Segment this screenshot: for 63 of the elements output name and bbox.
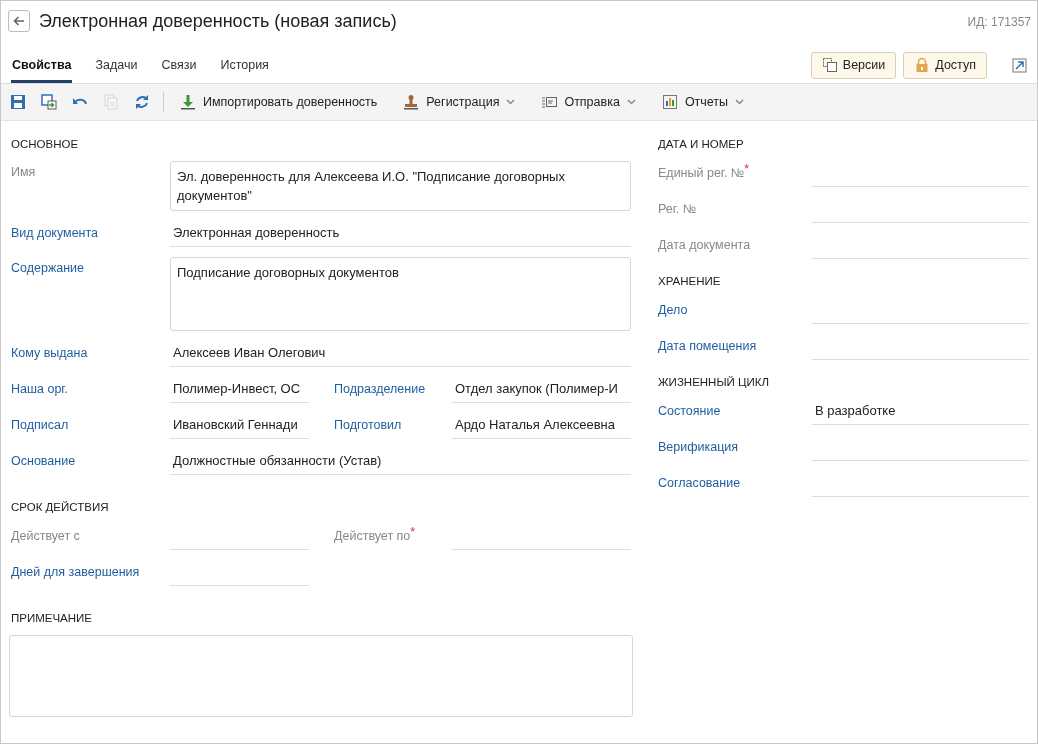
section-heading: ХРАНЕНИЕ xyxy=(658,275,722,287)
record-id: ИД: 171357 xyxy=(967,15,1031,29)
page-title: Электронная доверенность (новая запись) xyxy=(39,10,398,32)
lock-icon xyxy=(914,57,931,73)
back-button[interactable] xyxy=(8,10,30,32)
required-mark: * xyxy=(410,525,416,539)
field-label[interactable]: Наша орг. xyxy=(9,382,170,403)
field-label[interactable]: Вид документа xyxy=(9,226,170,247)
note-field[interactable] xyxy=(9,635,633,717)
input-field[interactable]: Полимер-Инвест, ОС xyxy=(170,377,309,403)
input-field[interactable]: Алексеев Иван Олегович xyxy=(170,341,631,367)
input-field[interactable]: Ардо Наталья Алексеевна xyxy=(452,413,631,439)
dropdown-button[interactable]: Отчеты xyxy=(661,94,745,110)
save-icon xyxy=(10,94,26,110)
field-label[interactable]: Дело xyxy=(656,303,812,324)
download-icon xyxy=(180,94,196,110)
field-label: Действует с xyxy=(10,529,81,545)
field-label[interactable]: Подготовил xyxy=(332,418,452,439)
input-field[interactable]: Должностные обязанности (Устав) xyxy=(170,449,631,475)
save-as-icon xyxy=(41,94,57,110)
copy-icon xyxy=(103,94,119,110)
field-label[interactable]: Верификация xyxy=(656,440,812,461)
field-label: Имя xyxy=(10,164,37,181)
field-label[interactable]: Кому выдана xyxy=(9,346,170,367)
required-mark: * xyxy=(744,162,750,176)
stamp-icon xyxy=(403,94,420,110)
save-button[interactable] xyxy=(10,94,26,110)
field-label: Рег. № xyxy=(657,202,698,218)
bar-chart-icon xyxy=(661,94,678,110)
section-heading: ОСНОВНОЕ xyxy=(11,138,80,150)
input-field[interactable]: Отдел закупок (Полимер-И xyxy=(452,377,631,403)
tab[interactable]: Связи xyxy=(160,58,198,83)
input-field[interactable]: Ивановский Геннади xyxy=(170,413,309,439)
access-button[interactable]: Доступ xyxy=(903,51,987,79)
input-field[interactable]: В разработке xyxy=(812,399,1029,425)
field-label[interactable]: Состояние xyxy=(656,404,812,425)
text-area[interactable]: Эл. доверенность для Алексеева И.О. "Подписание договорных документов" xyxy=(170,161,631,211)
versions-icon xyxy=(821,57,838,73)
back-arrow-icon xyxy=(13,16,25,26)
field-label[interactable]: Основание xyxy=(9,454,170,475)
section-heading: СРОК ДЕЙСТВИЯ xyxy=(11,501,110,513)
field-label[interactable]: Согласование xyxy=(656,476,812,497)
field-label[interactable]: Дата помещения xyxy=(656,339,812,360)
section-heading: ПРИМЕЧАНИЕ xyxy=(11,612,94,624)
input-field[interactable]: Электронная доверенность xyxy=(170,221,631,247)
dropdown-button[interactable]: Регистрация xyxy=(403,94,516,110)
section-heading: ЖИЗНЕННЫЙ ЦИКЛ xyxy=(658,376,771,388)
field-label[interactable]: Дней для завершения xyxy=(9,565,170,586)
versions-button[interactable]: Версии xyxy=(810,51,897,79)
field-label[interactable]: Подписал xyxy=(9,418,170,439)
save-as-button[interactable] xyxy=(41,94,57,110)
tab[interactable]: История xyxy=(219,58,270,83)
dropdown-button[interactable]: Отправка xyxy=(541,94,636,110)
open-in-new-window-icon[interactable] xyxy=(1012,57,1027,73)
tab[interactable]: Задачи xyxy=(94,58,139,83)
section-heading: ДАТА И НОМЕР xyxy=(658,138,745,150)
field-label[interactable]: Подразделение xyxy=(332,382,452,403)
refresh-icon xyxy=(134,94,150,110)
field-label: Дата документа xyxy=(657,238,752,254)
refresh-button[interactable] xyxy=(134,94,150,110)
toolbar-button[interactable]: Импортировать доверенность xyxy=(180,94,378,110)
field-label[interactable]: Содержание xyxy=(9,257,170,282)
text-area[interactable]: Подписание договорных документов xyxy=(170,257,631,331)
